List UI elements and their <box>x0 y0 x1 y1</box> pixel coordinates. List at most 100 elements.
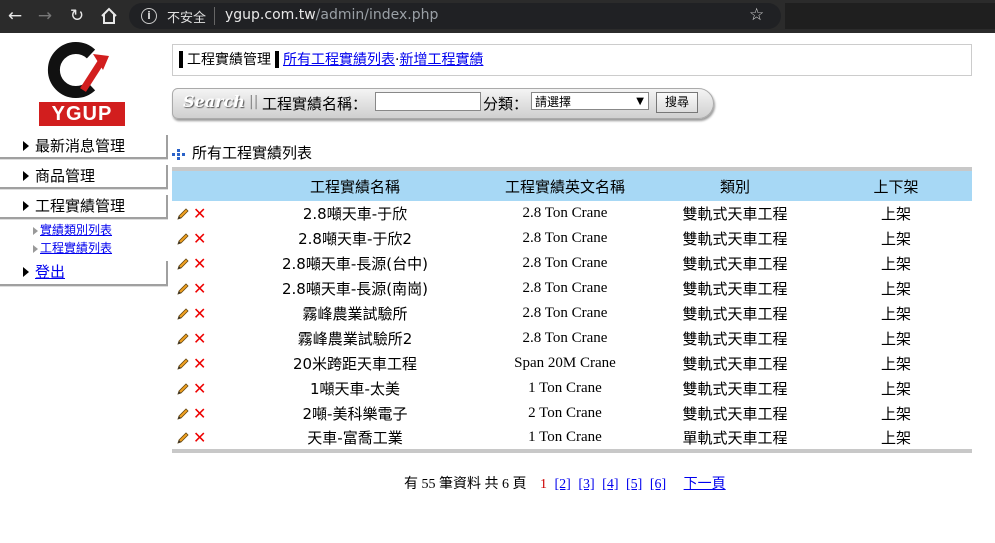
home-icon[interactable] <box>98 5 120 27</box>
sidebar-item-logout[interactable]: 登出 <box>0 261 168 286</box>
cell-status: 上架 <box>880 355 911 373</box>
table-row: ✕ 2.8噸天車-于欣 2.8 Ton Crane 雙軌式天車工程 上架 <box>172 201 972 226</box>
table-row: ✕ 霧峰農業試驗所 2.8 Ton Crane 雙軌式天車工程 上架 <box>172 301 972 326</box>
column-header-name: 工程實績名稱 <box>230 167 480 201</box>
cell-english-name: 2.8 Ton Crane <box>522 255 608 271</box>
delete-x-icon[interactable]: ✕ <box>193 306 206 322</box>
projects-table: 工程實績名稱 工程實績英文名稱 類別 上下架 ✕ 2.8噸天車-于欣 2.8 Ton… <box>172 167 972 453</box>
cell-name: 2.8噸天車-于欣 <box>302 205 408 223</box>
logo-text: YGUP <box>39 102 125 126</box>
name-search-input[interactable] <box>375 92 481 111</box>
cell-category: 雙軌式天車工程 <box>682 280 788 298</box>
cell-category: 雙軌式天車工程 <box>682 355 788 373</box>
cell-status: 上架 <box>820 426 972 453</box>
table-row: ✕ 2噸-美科樂電子 2 Ton Crane 雙軌式天車工程 上架 <box>172 401 972 426</box>
delete-x-icon[interactable]: ✕ <box>193 231 206 247</box>
logout-link[interactable]: 登出 <box>35 263 65 281</box>
sidebar-item-news[interactable]: 最新消息管理 <box>0 135 168 159</box>
cell-english-name: 1 Ton Crane <box>528 380 602 396</box>
add-project-link[interactable]: 新增工程實績 <box>399 52 483 68</box>
edit-pencil-icon[interactable] <box>176 380 190 398</box>
edit-pencil-icon[interactable] <box>176 429 190 447</box>
page-link[interactable]: [2] <box>555 477 571 492</box>
sidebar-item-label: 最新消息管理 <box>35 137 126 155</box>
delete-x-icon[interactable]: ✕ <box>193 256 206 272</box>
cell-status: 上架 <box>880 255 911 273</box>
cell-english-name: Span 20M Crane <box>514 355 616 371</box>
cell-name: 天車-富喬工業 <box>230 426 480 453</box>
page-link[interactable]: [5] <box>626 477 642 492</box>
row-actions: ✕ <box>172 301 230 326</box>
cell-category: 雙軌式天車工程 <box>682 405 788 423</box>
table-row: ✕ 2.8噸天車-長源(台中) 2.8 Ton Crane 雙軌式天車工程 上架 <box>172 251 972 276</box>
edit-pencil-icon[interactable] <box>176 280 190 298</box>
pagination-summary: 有 55 筆資料 共 6 頁 <box>404 477 527 492</box>
table-row: ✕ 20米跨距天車工程 Span 20M Crane 雙軌式天車工程 上架 <box>172 351 972 376</box>
row-actions: ✕ <box>172 201 230 226</box>
category-label: 分類： <box>483 95 529 113</box>
subitem-category-list[interactable]: 實績類別列表 <box>33 223 112 237</box>
back-arrow-icon[interactable]: ← <box>4 5 26 27</box>
search-brand: Search <box>183 92 245 111</box>
cell-category: 雙軌式天車工程 <box>682 330 788 348</box>
edit-pencil-icon[interactable] <box>176 230 190 248</box>
cell-english-name: 2.8 Ton Crane <box>522 330 608 346</box>
delete-x-icon[interactable]: ✕ <box>193 356 206 372</box>
edit-pencil-icon[interactable] <box>176 355 190 373</box>
sidebar-item-products[interactable]: 商品管理 <box>0 165 168 189</box>
insecure-label: 不安全 <box>167 11 207 26</box>
cell-category: 單軌式天車工程 <box>650 426 820 453</box>
cell-status: 上架 <box>880 205 911 223</box>
forward-arrow-icon[interactable]: → <box>34 5 56 27</box>
edit-pencil-icon[interactable] <box>176 255 190 273</box>
category-select[interactable]: 請選擇 ▼ <box>531 92 649 110</box>
logo: YGUP <box>39 40 125 128</box>
edit-pencil-icon[interactable] <box>176 330 190 348</box>
cell-english-name: 2 Ton Crane <box>528 405 602 421</box>
subitem-project-list[interactable]: 工程實績列表 <box>33 241 112 255</box>
reload-icon[interactable]: ↻ <box>66 5 88 27</box>
edit-pencil-icon[interactable] <box>176 405 190 423</box>
sidebar-item-projects[interactable]: 工程實績管理 <box>0 195 168 219</box>
header-actions <box>172 167 230 201</box>
page-link[interactable]: [6] <box>650 477 666 492</box>
current-page: 1 <box>540 477 547 492</box>
delete-x-icon[interactable]: ✕ <box>193 281 206 297</box>
delete-x-icon[interactable]: ✕ <box>193 430 206 446</box>
cell-status: 上架 <box>880 305 911 323</box>
cell-category: 雙軌式天車工程 <box>682 380 788 398</box>
url-text[interactable]: ygup.com.tw/admin/index.php <box>225 7 438 23</box>
star-icon[interactable]: ☆ <box>749 5 764 25</box>
sidebar-item-label: 工程實績管理 <box>35 197 126 215</box>
page-link[interactable]: [3] <box>578 477 594 492</box>
pagination: 有 55 筆資料 共 6 頁 1 [2] [3] [4] [5] [6] 下一頁 <box>404 473 730 493</box>
cell-status: 上架 <box>880 230 911 248</box>
delete-x-icon[interactable]: ✕ <box>193 381 206 397</box>
info-icon[interactable]: i <box>141 8 157 24</box>
edit-pencil-icon[interactable] <box>176 305 190 323</box>
table-row: ✕ 2.8噸天車-于欣2 2.8 Ton Crane 雙軌式天車工程 上架 <box>172 226 972 251</box>
list-projects-link[interactable]: 所有工程實績列表 <box>283 52 395 68</box>
sidebar-item-label: 商品管理 <box>35 167 96 185</box>
address-bar[interactable]: i 不安全 ygup.com.tw/admin/index.php ☆ <box>129 3 781 29</box>
delete-x-icon[interactable]: ✕ <box>193 406 206 422</box>
dots-icon <box>172 148 186 160</box>
delete-x-icon[interactable]: ✕ <box>193 331 206 347</box>
row-actions: ✕ <box>172 401 230 426</box>
row-actions: ✕ <box>172 251 230 276</box>
search-bar: Search || 工程實績名稱： 分類： 請選擇 ▼ 搜尋 <box>172 88 714 119</box>
table-row: ✕ 天車-富喬工業 1 Ton Crane 單軌式天車工程 上架 <box>172 426 972 453</box>
cell-english-name: 2.8 Ton Crane <box>522 230 608 246</box>
logo-mark-icon <box>47 42 109 98</box>
cell-name: 2噸-美科樂電子 <box>302 405 408 423</box>
triangle-right-icon <box>23 170 29 181</box>
subitem-label[interactable]: 實績類別列表 <box>40 223 112 237</box>
page-link[interactable]: [4] <box>602 477 618 492</box>
cell-category: 雙軌式天車工程 <box>682 230 788 248</box>
subitem-label[interactable]: 工程實績列表 <box>40 241 112 255</box>
search-button[interactable]: 搜尋 <box>656 92 698 113</box>
next-page-link[interactable]: 下一頁 <box>684 477 726 492</box>
delete-x-icon[interactable]: ✕ <box>193 206 206 222</box>
edit-pencil-icon[interactable] <box>176 205 190 223</box>
cell-english-name: 2.8 Ton Crane <box>522 305 608 321</box>
